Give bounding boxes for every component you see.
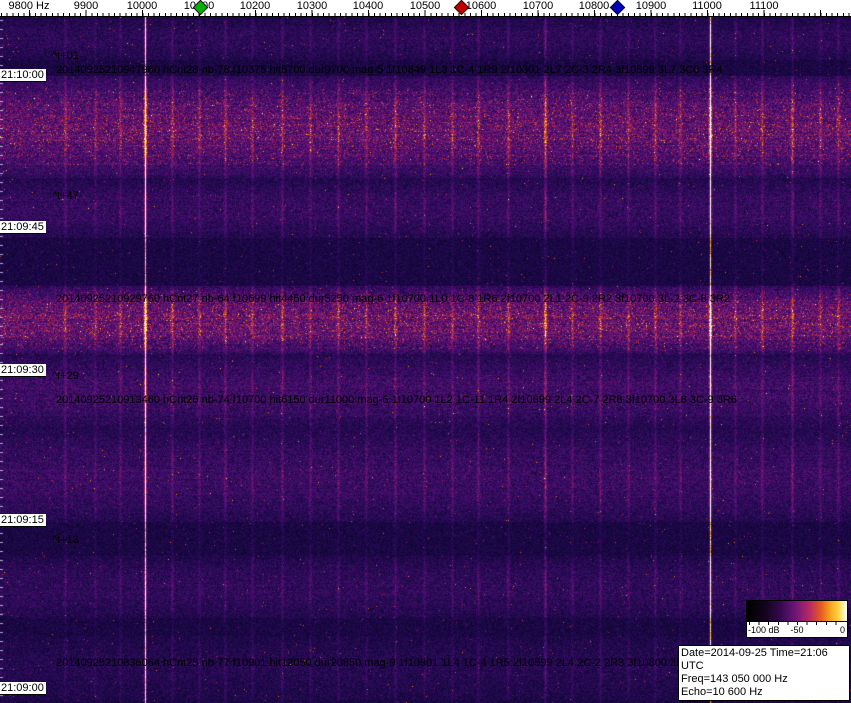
amplitude-gradient-bar[interactable] bbox=[747, 601, 847, 622]
amplitude-legend: -100 dB -50 0 bbox=[746, 600, 848, 638]
ruler-major-ticks bbox=[29, 10, 851, 16]
info-line-date: Date=2014-09-25 Time=21:06 UTC bbox=[681, 647, 828, 672]
spectrum-lab-window: 9800 Hz 9900 10000 10100 10200 10300 104… bbox=[0, 0, 851, 703]
legend-label-max: 0 bbox=[839, 625, 845, 635]
amplitude-scale: -100 dB -50 0 bbox=[747, 622, 847, 637]
frequency-ruler[interactable]: 9800 Hz 9900 10000 10100 10200 10300 104… bbox=[0, 0, 851, 17]
info-line-freq: Freq=143 050 000 Hz bbox=[681, 673, 788, 685]
legend-label-mid: -50 bbox=[790, 625, 804, 635]
legend-label-min: -100 dB bbox=[748, 625, 780, 635]
info-box: Date=2014-09-25 Time=21:06 UTC Freq=143 … bbox=[678, 645, 850, 703]
info-line-callsign: HPHK bbox=[681, 699, 847, 703]
info-line-echo: Echo=10 600 Hz bbox=[681, 686, 763, 698]
waterfall-spectrogram[interactable] bbox=[0, 16, 851, 703]
